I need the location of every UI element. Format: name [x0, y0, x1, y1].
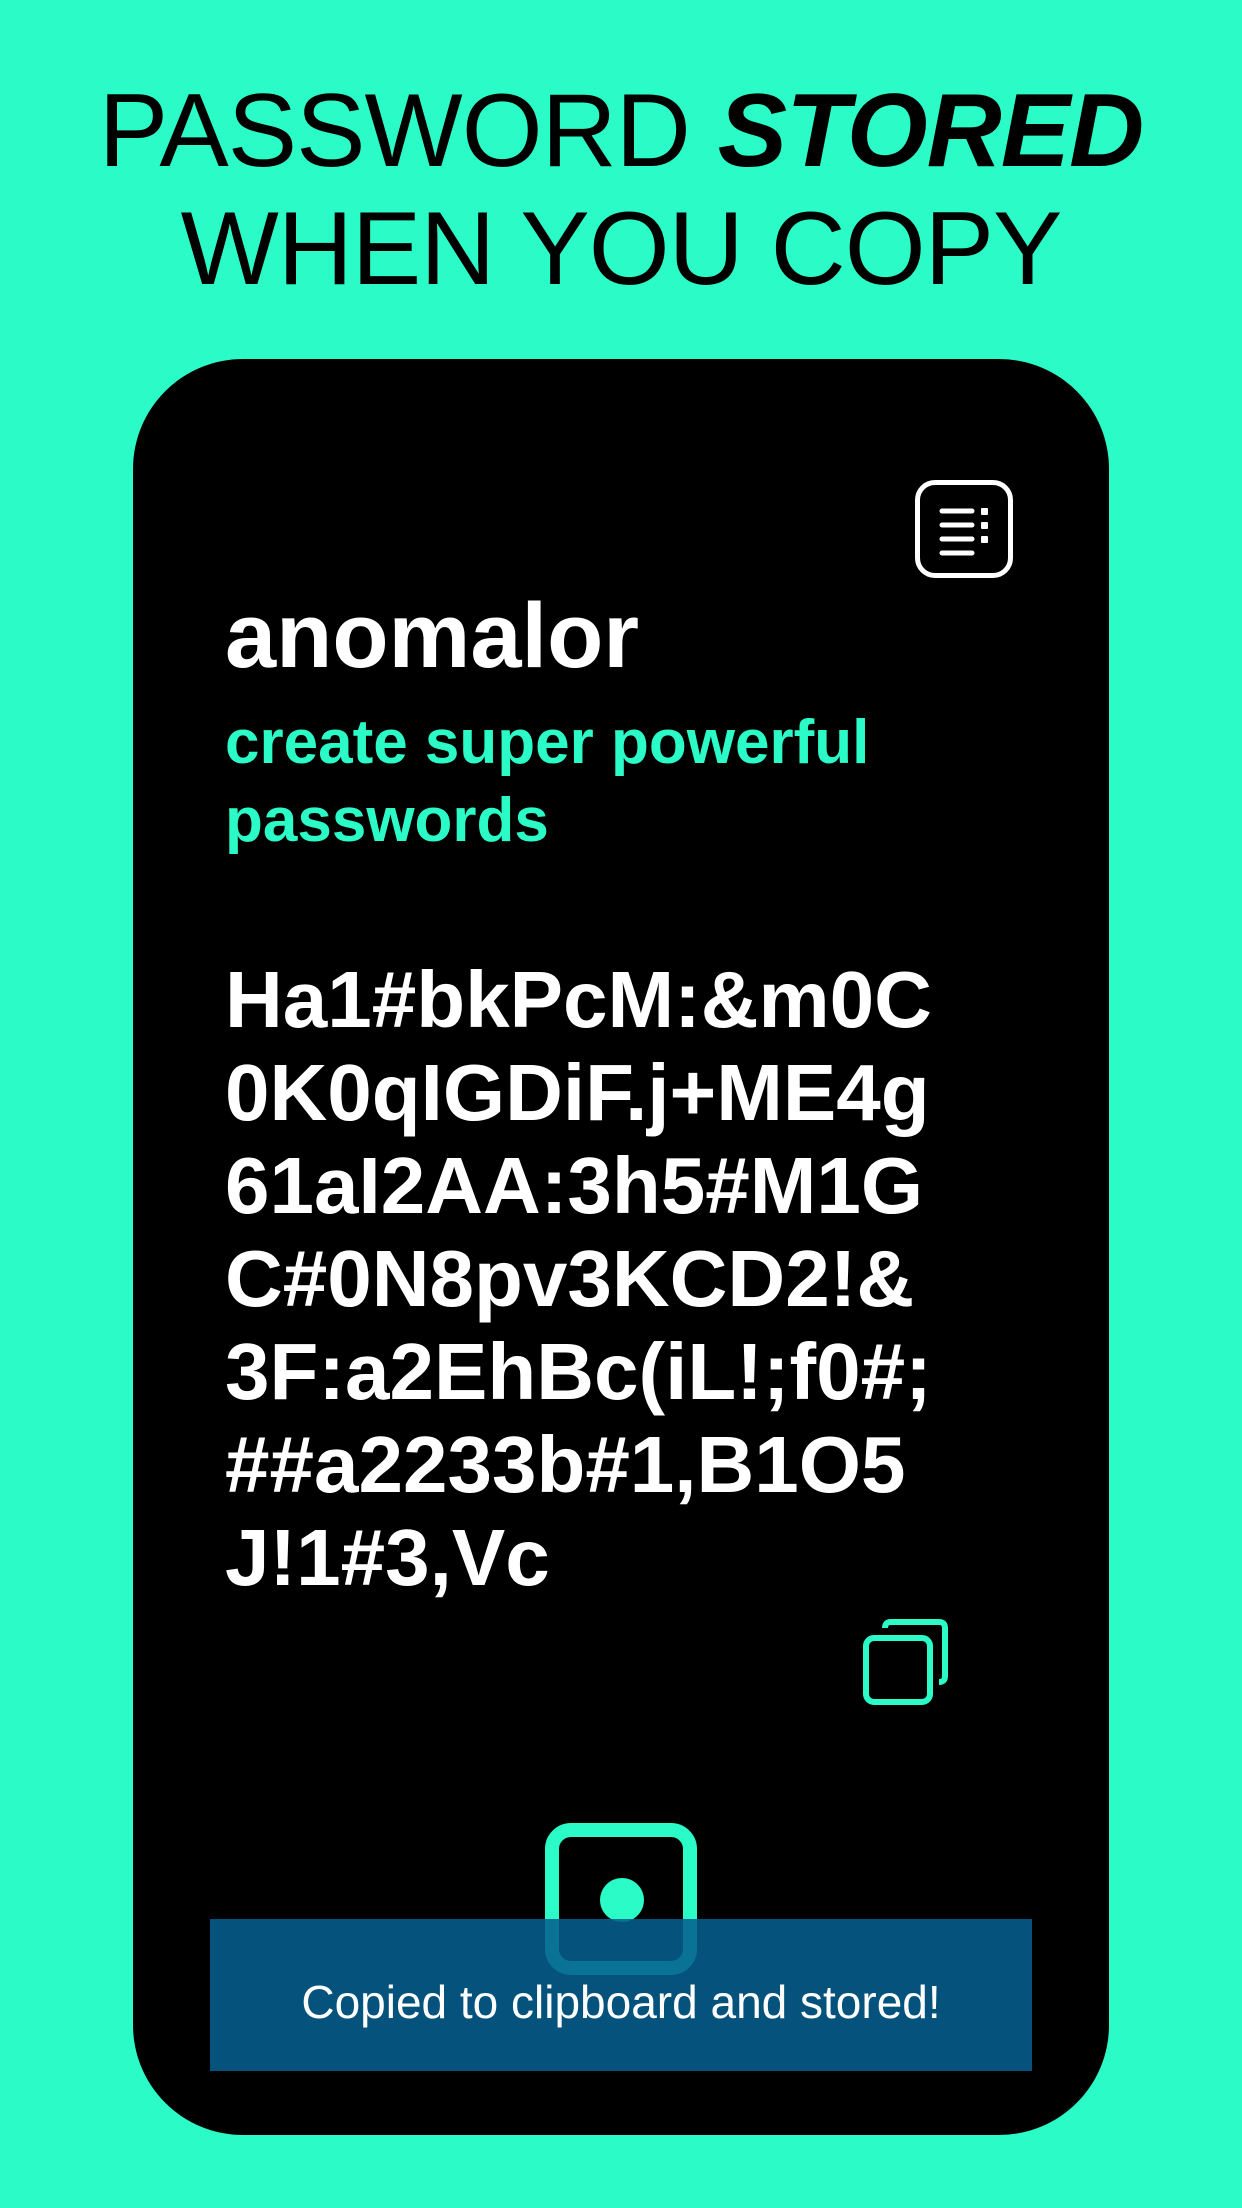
headline-line-2: WHEN YOU COPY [180, 191, 1063, 307]
password-line: 3F:a2EhBc(iL!;f0#; [225, 1327, 932, 1416]
phone-screen: anomalor create super powerful passwords… [133, 359, 1109, 2135]
promo-headline: PASSWORD STORED WHEN YOU COPY [0, 72, 1242, 308]
generated-password[interactable]: Ha1#bkPcM:&m0C 0K0qIGDiF.j+ME4g 61aI2AA:… [225, 953, 1025, 1604]
headline-line-1: PASSWORD STORED [0, 72, 1242, 190]
password-line: ##a2233b#1,B1O5 [225, 1420, 906, 1509]
headline-regular-text: PASSWORD [98, 73, 718, 189]
menu-button[interactable] [915, 480, 1013, 578]
password-line: J!1#3,Vc [225, 1513, 550, 1602]
generate-icon [600, 1878, 644, 1922]
list-menu-icon [939, 508, 988, 556]
copy-button[interactable] [859, 1616, 955, 1712]
copy-icon [863, 1619, 948, 1705]
password-line: C#0N8pv3KCD2!& [225, 1234, 915, 1323]
toast-notification: Copied to clipboard and stored! [210, 1919, 1032, 2071]
password-line: Ha1#bkPcM:&m0C [225, 955, 932, 1044]
toast-message: Copied to clipboard and stored! [301, 1976, 941, 2028]
headline-emphasis-text: STORED [717, 73, 1144, 189]
password-line: 61aI2AA:3h5#M1G [225, 1141, 924, 1230]
password-line: 0K0qIGDiF.j+ME4g [225, 1048, 930, 1137]
app-tagline: create super powerful passwords [225, 708, 870, 855]
app-title: anomalor [225, 585, 640, 687]
